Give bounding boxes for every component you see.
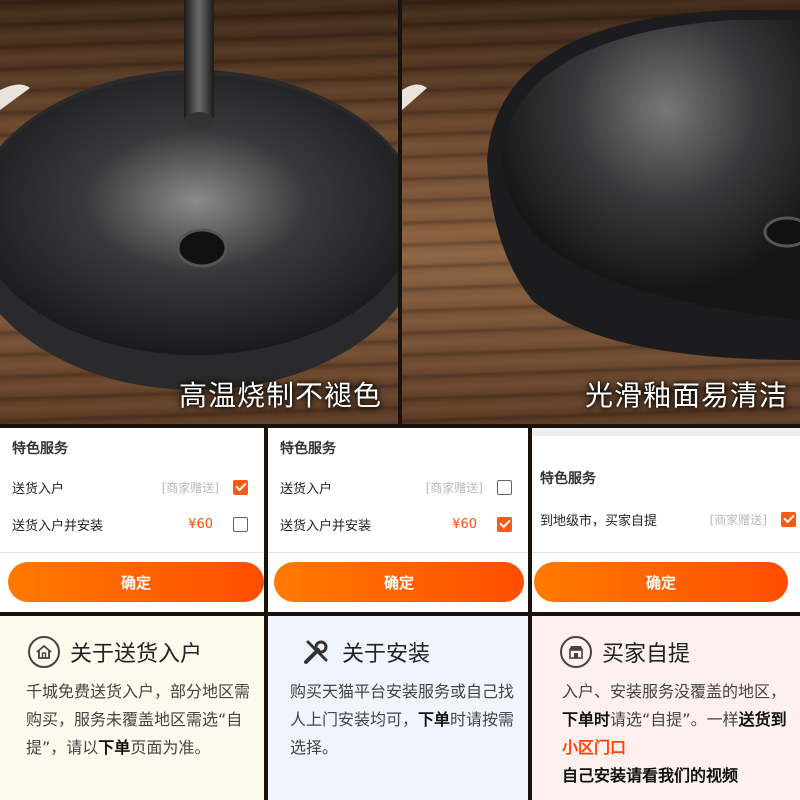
basin-image-left [0, 0, 398, 390]
checkbox-checked[interactable] [497, 516, 512, 532]
body-bold: 下单时 [562, 710, 611, 729]
body-bold: 送货到 [738, 710, 787, 729]
option-label: 到地级市，买家自提 [540, 513, 658, 529]
option-self-pickup[interactable]: 到地级市，买家自提 [商家赠送] [540, 508, 796, 530]
divider [532, 552, 800, 553]
product-photo-left: 高温烧制不褪色 [0, 0, 398, 424]
checkbox-checked[interactable] [781, 511, 796, 527]
card-header: 买家自提 [560, 636, 690, 668]
store-icon [560, 636, 592, 668]
body-highlight: 小区门口 [562, 738, 627, 757]
option-tag: [商家赠送] [709, 512, 767, 527]
option-price: ¥60 [188, 516, 213, 532]
card-body: 千城免费送货入户，部分地区需购买，服务未覆盖地区需选“自提”，请以下单页面为准。 [26, 678, 254, 762]
card-header: 关于安装 [300, 636, 430, 668]
card-header: 关于送货入户 [28, 636, 202, 668]
body-text: 请选“自提”。一样 [610, 710, 739, 729]
card-title: 关于安装 [342, 642, 431, 667]
panel-title: 特色服务 [280, 441, 336, 457]
info-card-delivery: 关于送货入户 千城免费送货入户，部分地区需购买，服务未覆盖地区需选“自提”，请以… [0, 616, 264, 800]
service-panel-2: 特色服务 送货入户 [商家赠送] 送货入户并安装 ¥60 确定 [268, 428, 528, 612]
card-body: 入户、安装服务没覆盖的地区， 下单时请选“自提”。一样送货到小区门口自己安装请看我… [562, 678, 792, 790]
body-bold: 自己安装请看我们的视频 [562, 766, 739, 785]
body-bold: 下单 [98, 738, 131, 757]
option-label: 送货入户 [280, 481, 333, 497]
top-strip [532, 428, 800, 436]
product-photo-right: 光滑釉面易清洁 [402, 0, 800, 424]
service-panel-3: 特色服务 到地级市，买家自提 [商家赠送] 确定 [532, 428, 800, 612]
option-delivery-install[interactable]: 送货入户并安装 ¥60 [280, 513, 512, 535]
card-title: 买家自提 [602, 642, 691, 667]
body-text: 页面为准。 [130, 738, 211, 757]
checkbox-unchecked[interactable] [497, 479, 512, 495]
info-card-self-pickup: 买家自提 入户、安装服务没覆盖的地区， 下单时请选“自提”。一样送货到小区门口自己… [532, 616, 800, 800]
checkbox-checked[interactable] [233, 479, 248, 495]
basin-image-right [402, 10, 800, 360]
panel-title: 特色服务 [12, 441, 68, 457]
divider [268, 552, 528, 553]
confirm-button[interactable]: 确定 [8, 562, 264, 602]
divider [0, 552, 264, 553]
body-bold: 下单 [418, 710, 451, 729]
caption-right: 光滑釉面易清洁 [584, 379, 788, 412]
option-tag: [商家赠送] [425, 480, 483, 495]
confirm-button[interactable]: 确定 [534, 562, 788, 602]
card-body: 购买天猫平台安装服务或自己找人上门安装均可，下单时请按需选择。 [290, 678, 522, 762]
info-card-install: 关于安装 购买天猫平台安装服务或自己找人上门安装均可，下单时请按需选择。 [268, 616, 528, 800]
tools-icon [300, 636, 332, 668]
panel-title: 特色服务 [540, 471, 596, 487]
option-tag: [商家赠送] [161, 480, 219, 495]
option-label: 送货入户 [12, 481, 65, 497]
checkbox-unchecked[interactable] [233, 516, 248, 532]
card-title: 关于送货入户 [70, 642, 203, 667]
confirm-button[interactable]: 确定 [274, 562, 524, 602]
option-label: 送货入户并安装 [280, 518, 372, 534]
service-panel-1: 特色服务 送货入户 [商家赠送] 送货入户并安装 ¥60 确定 [0, 428, 264, 612]
option-delivery-install[interactable]: 送货入户并安装 ¥60 [12, 513, 248, 535]
home-icon [28, 636, 60, 668]
body-text: 入户、安装服务没覆盖的地区， [562, 682, 787, 701]
option-price: ¥60 [452, 516, 477, 532]
option-delivery[interactable]: 送货入户 [商家赠送] [280, 476, 512, 498]
option-delivery[interactable]: 送货入户 [商家赠送] [12, 476, 248, 498]
caption-left: 高温烧制不褪色 [178, 379, 382, 412]
option-label: 送货入户并安装 [12, 518, 104, 534]
